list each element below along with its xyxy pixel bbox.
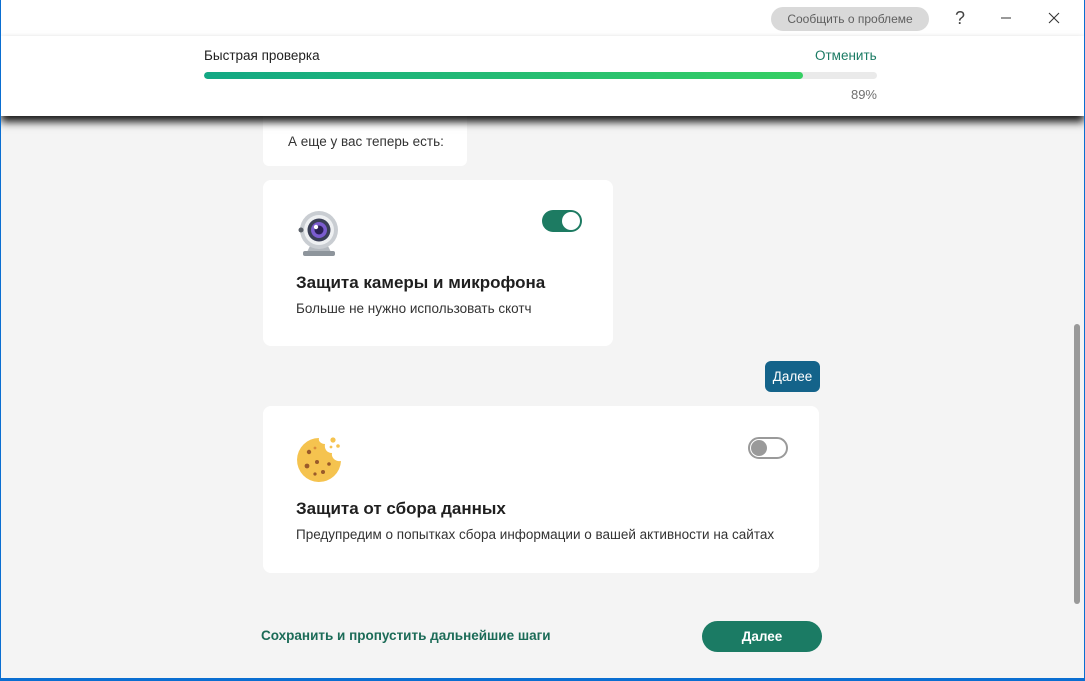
- scan-progress-fill: [204, 72, 803, 79]
- toggle-knob: [562, 212, 580, 230]
- features-note: А еще у вас теперь есть:: [263, 116, 467, 166]
- minimize-button[interactable]: [983, 0, 1029, 36]
- toggle-knob: [751, 440, 767, 456]
- save-and-skip-link[interactable]: Сохранить и пропустить дальнейшие шаги: [261, 628, 551, 643]
- data-collection-toggle[interactable]: [748, 437, 788, 459]
- minimize-icon: [1001, 17, 1011, 19]
- close-icon: [1048, 12, 1060, 24]
- feature-title: Защита от сбора данных: [296, 499, 506, 518]
- report-problem-button[interactable]: Сообщить о проблеме: [771, 7, 929, 31]
- cookie-icon: [293, 434, 345, 486]
- scrollbar-thumb[interactable]: [1074, 324, 1080, 604]
- scan-progress-panel: Быстрая проверка Отменить 89%: [1, 36, 1084, 116]
- feature-title: Защита камеры и микрофона: [296, 273, 546, 292]
- features-note-text: А еще у вас теперь есть:: [288, 134, 444, 149]
- scan-title: Быстрая проверка: [204, 48, 320, 63]
- close-button[interactable]: [1031, 0, 1077, 36]
- scrollbar[interactable]: [1072, 116, 1082, 678]
- title-bar: Сообщить о проблеме ?: [1, 0, 1084, 36]
- main-content: А еще у вас теперь есть: Защита камеры и…: [1, 116, 1084, 678]
- scan-progress-bar: [204, 72, 877, 79]
- feature-card-webcam: Защита камеры и микрофона Больше не нужн…: [263, 180, 613, 346]
- app-window: Сообщить о проблеме ? Быстрая проверка О…: [1, 0, 1084, 678]
- help-button[interactable]: ?: [937, 0, 983, 36]
- webcam-icon: [293, 208, 345, 260]
- feature-card-data-collection: Защита от сбора данных Предупредим о поп…: [263, 406, 819, 573]
- webcam-protection-toggle[interactable]: [542, 210, 582, 232]
- cancel-scan-link[interactable]: Отменить: [815, 48, 877, 63]
- feature-description: Больше не нужно использовать скотч: [296, 301, 532, 316]
- tip-next-button[interactable]: Далее: [765, 361, 820, 392]
- feature-description: Предупредим о попытках сбора информации …: [296, 527, 775, 542]
- scan-progress-percent: 89%: [850, 87, 877, 102]
- next-button[interactable]: Далее: [702, 621, 822, 652]
